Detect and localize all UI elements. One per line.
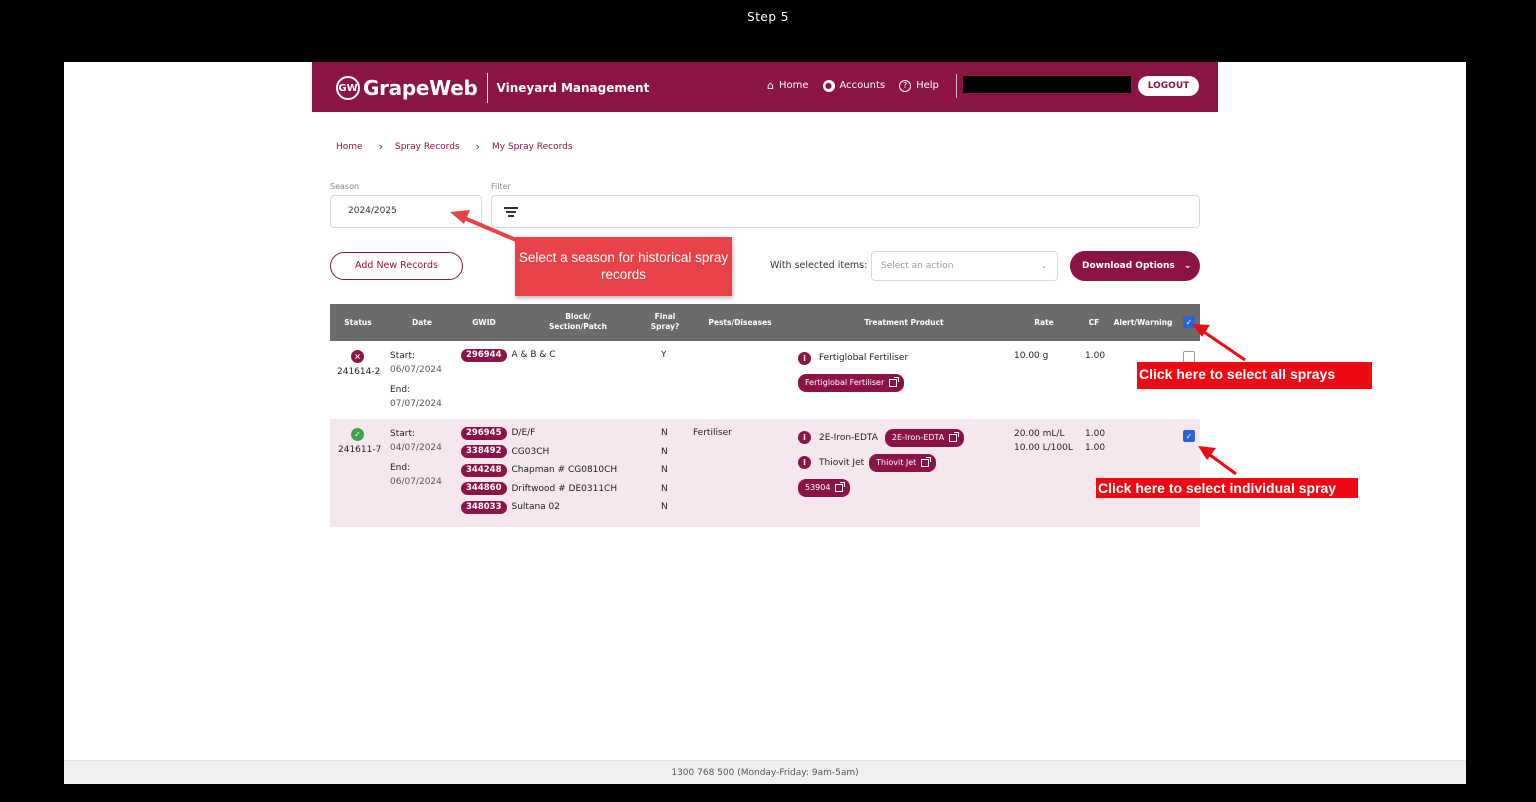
step-title: Step 5 (747, 10, 789, 24)
arrow-to-select-all (1192, 324, 1246, 362)
arrow-to-season (450, 210, 518, 242)
arrow-to-row-checkbox (1198, 446, 1237, 476)
annotation-arrows (450, 210, 1246, 476)
footer: 1300 768 500 (Monday-Friday: 9am-5am) (64, 760, 1466, 784)
app-page: GW GrapeWeb Vineyard Management ⌂ Home ●… (64, 62, 1466, 784)
